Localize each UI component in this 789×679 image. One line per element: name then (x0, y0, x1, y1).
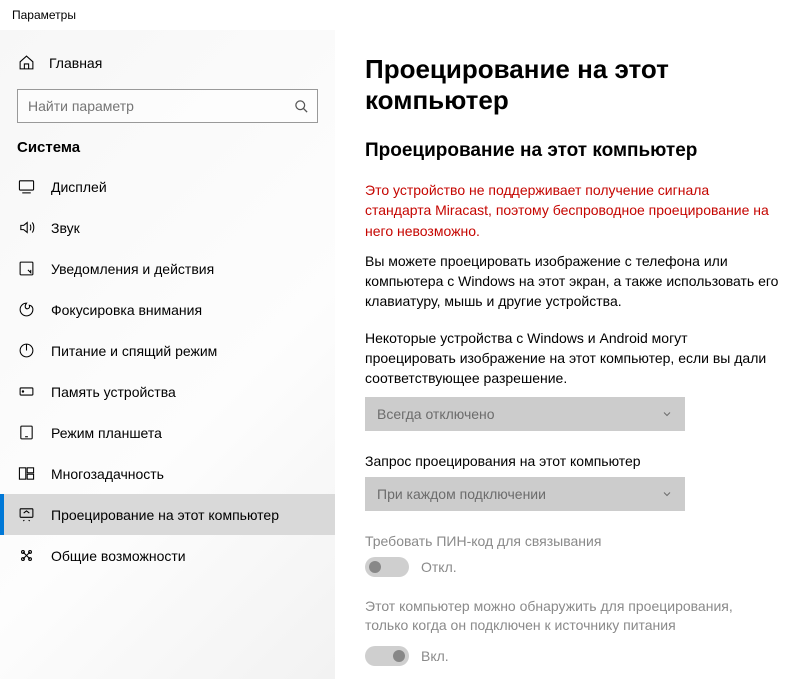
sidebar-item-label: Звук (51, 220, 80, 236)
sidebar-item-storage[interactable]: Память устройства (0, 371, 335, 412)
shared-icon (17, 547, 35, 564)
storage-icon (17, 383, 35, 400)
permission-dropdown[interactable]: Всегда отключено (365, 397, 685, 431)
description-1: Вы можете проецировать изображение с тел… (365, 251, 779, 312)
page-title: Проецирование на этот компьютер (365, 54, 779, 116)
display-icon (17, 178, 35, 195)
sidebar-item-multitasking[interactable]: Многозадачность (0, 453, 335, 494)
ask-to-project-dropdown-value: При каждом подключении (377, 486, 546, 502)
discover-on-power-label: Этот компьютер можно обнаружить для прое… (365, 597, 765, 636)
main-content: Проецирование на этот компьютер Проециро… (335, 30, 789, 679)
permission-dropdown-value: Всегда отключено (377, 406, 495, 422)
page-subtitle: Проецирование на этот компьютер (365, 140, 779, 162)
projecting-icon (17, 506, 35, 523)
sidebar-item-label: Уведомления и действия (51, 261, 214, 277)
sidebar-item-power[interactable]: Питание и спящий режим (0, 330, 335, 371)
sidebar-item-label: Проецирование на этот компьютер (51, 507, 279, 523)
search-icon (285, 99, 317, 114)
home-label: Главная (49, 55, 102, 71)
sidebar-item-focus[interactable]: Фокусировка внимания (0, 289, 335, 330)
search-input[interactable] (18, 98, 285, 114)
sidebar-item-projecting[interactable]: Проецирование на этот компьютер (0, 494, 335, 535)
require-pin-toggle[interactable] (365, 557, 409, 577)
sidebar-item-label: Питание и спящий режим (51, 343, 217, 359)
sidebar-item-label: Память устройства (51, 384, 176, 400)
sidebar-item-label: Дисплей (51, 179, 107, 195)
description-2: Некоторые устройства с Windows и Android… (365, 328, 779, 389)
section-label: Система (0, 139, 335, 166)
home-link[interactable]: Главная (0, 48, 335, 77)
chevron-down-icon (661, 408, 673, 420)
power-icon (17, 342, 35, 359)
sidebar-nav: Дисплей Звук Уведомления и действия Фоку… (0, 166, 335, 576)
miracast-error-text: Это устройство не поддерживает получение… (365, 180, 779, 241)
sidebar-item-tablet[interactable]: Режим планшета (0, 412, 335, 453)
sidebar-item-display[interactable]: Дисплей (0, 166, 335, 207)
sidebar-item-label: Общие возможности (51, 548, 186, 564)
sidebar-item-shared[interactable]: Общие возможности (0, 535, 335, 576)
tablet-icon (17, 424, 35, 441)
chevron-down-icon (661, 488, 673, 500)
sidebar-item-label: Многозадачность (51, 466, 164, 482)
sidebar-item-sound[interactable]: Звук (0, 207, 335, 248)
sidebar-item-label: Режим планшета (51, 425, 162, 441)
sidebar-item-label: Фокусировка внимания (51, 302, 202, 318)
sound-icon (17, 219, 35, 236)
sidebar-item-notifications[interactable]: Уведомления и действия (0, 248, 335, 289)
ask-to-project-label: Запрос проецирования на этот компьютер (365, 453, 779, 469)
focus-icon (17, 301, 35, 318)
search-input-container[interactable] (17, 89, 318, 123)
require-pin-label: Требовать ПИН-код для связывания (365, 533, 779, 549)
sidebar: Главная Система Дисплей Зв (0, 30, 335, 679)
require-pin-toggle-state: Откл. (421, 559, 457, 575)
ask-to-project-dropdown[interactable]: При каждом подключении (365, 477, 685, 511)
discover-on-power-toggle-state: Вкл. (421, 648, 449, 664)
home-icon (17, 54, 35, 71)
window-title: Параметры (12, 8, 76, 22)
notifications-icon (17, 260, 35, 277)
discover-on-power-toggle[interactable] (365, 646, 409, 666)
window-titlebar: Параметры (0, 0, 789, 30)
multitasking-icon (17, 465, 35, 482)
